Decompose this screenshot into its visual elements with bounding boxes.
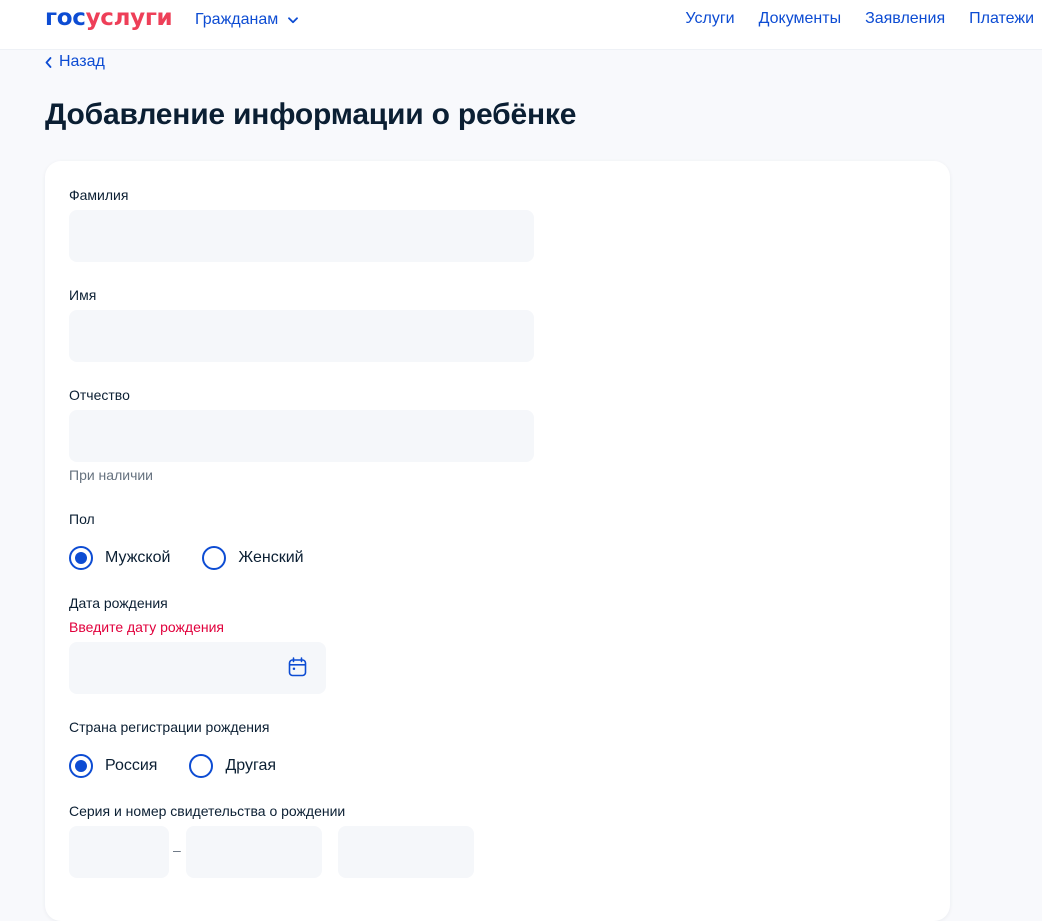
gender-male-radio[interactable]: Мужской (69, 546, 170, 570)
gender-label: Пол (69, 511, 95, 527)
gender-female-radio[interactable]: Женский (202, 546, 304, 570)
top-nav: Услуги Документы Заявления Платежи (685, 10, 1034, 28)
citizens-dropdown[interactable]: Гражданам (195, 10, 299, 30)
patronymic-hint: При наличии (69, 467, 153, 483)
nav-documents-link[interactable]: Документы (759, 10, 841, 28)
logo-part-uslugi: услуги (85, 5, 173, 31)
first-name-label: Имя (69, 287, 97, 303)
patronymic-input[interactable] (69, 410, 534, 462)
gender-male-label: Мужской (105, 549, 171, 566)
birth-date-label: Дата рождения (69, 595, 168, 611)
birth-country-radio-group: Россия Другая (69, 754, 276, 778)
last-name-input[interactable] (69, 210, 534, 262)
country-other-radio[interactable]: Другая (189, 754, 276, 778)
nav-payments-link[interactable]: Платежи (969, 10, 1034, 28)
radio-unchecked-icon (202, 546, 227, 570)
certificate-series-separator: – (173, 842, 181, 858)
birth-country-label: Страна регистрации рождения (69, 719, 270, 735)
calendar-icon[interactable] (288, 657, 307, 677)
country-other-label: Другая (225, 757, 277, 774)
birth-date-error: Введите дату рождения (69, 619, 224, 635)
logo-part-gos: гос (45, 5, 86, 31)
patronymic-label: Отчество (69, 387, 130, 403)
first-name-input[interactable] (69, 310, 534, 362)
radio-checked-icon (69, 754, 93, 778)
country-russia-radio[interactable]: Россия (69, 754, 157, 778)
chevron-down-icon (288, 16, 299, 23)
country-russia-label: Россия (105, 757, 158, 774)
page-title: Добавление информации о ребёнке (45, 98, 577, 131)
back-link-label: Назад (59, 53, 105, 70)
certificate-number-input[interactable] (338, 826, 474, 878)
back-link[interactable]: Назад (45, 53, 105, 71)
citizens-dropdown-label: Гражданам (195, 11, 279, 28)
gender-radio-group: Мужской Женский (69, 546, 304, 570)
radio-unchecked-icon (189, 754, 214, 778)
gosuslugi-logo[interactable]: госуслуги (45, 5, 173, 31)
radio-checked-icon (69, 546, 93, 570)
gender-female-label: Женский (238, 549, 304, 566)
certificate-series-letters-input[interactable] (186, 826, 322, 878)
nav-applications-link[interactable]: Заявления (865, 10, 945, 28)
chevron-left-icon (45, 56, 52, 68)
certificate-label: Серия и номер свидетельства о рождении (69, 803, 346, 819)
site-header: госуслуги Гражданам Услуги Документы Зая… (0, 0, 1042, 50)
certificate-series-roman-input[interactable] (69, 826, 169, 878)
nav-services-link[interactable]: Услуги (685, 10, 734, 28)
last-name-label: Фамилия (69, 187, 129, 203)
